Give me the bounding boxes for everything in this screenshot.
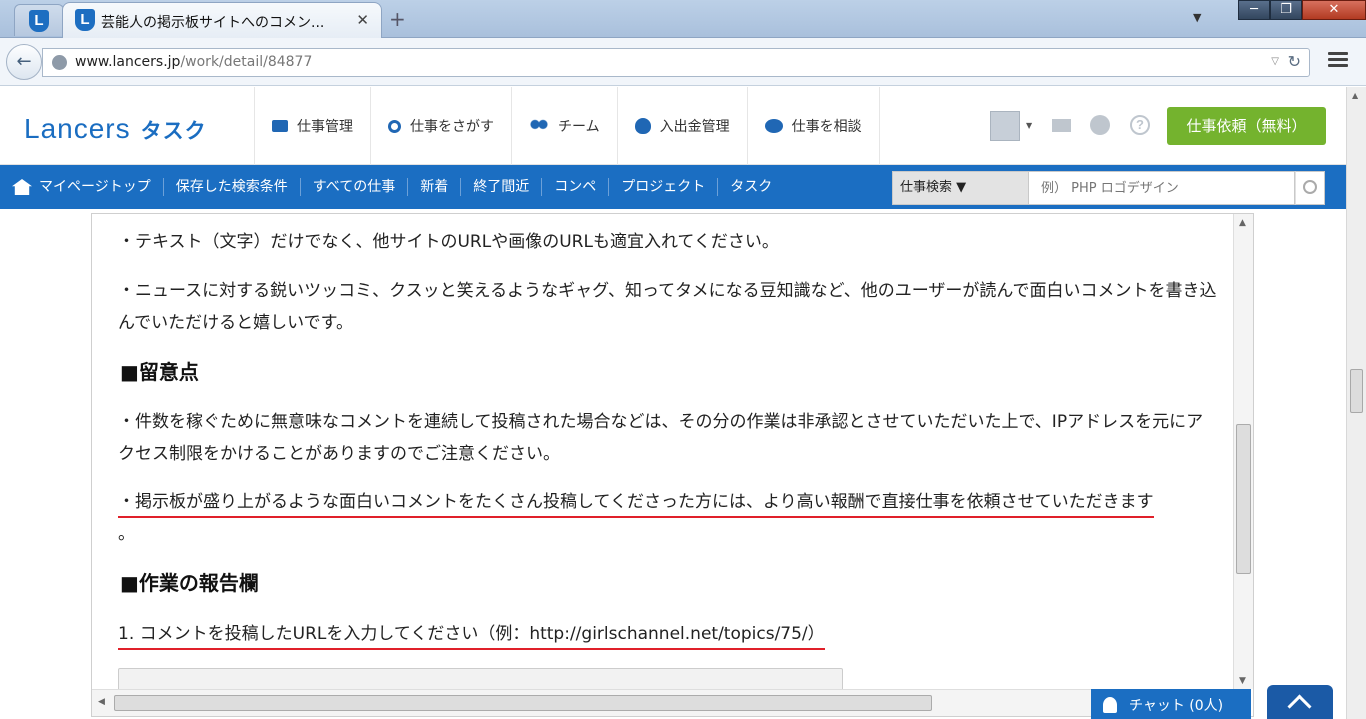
paragraph-highlight: ・掲示板が盛り上がるような面白いコメントをたくさん投稿してくださった方には、より… — [118, 486, 1218, 550]
home-icon[interactable] — [12, 179, 32, 195]
nav-work-management[interactable]: 仕事管理 — [254, 87, 370, 165]
nav-consult[interactable]: 仕事を相談 — [746, 87, 880, 165]
team-icon — [529, 118, 549, 134]
heading-notes: ■留意点 — [120, 360, 199, 384]
folder-icon — [272, 120, 288, 132]
request-work-button[interactable]: 仕事依頼（無料） — [1167, 107, 1326, 145]
subnav-mypage-top[interactable]: マイページトップ — [39, 178, 163, 196]
subnav-project[interactable]: プロジェクト — [608, 178, 717, 196]
person-icon — [1103, 697, 1117, 713]
chat-label: チャット (0人) — [1129, 698, 1224, 714]
paragraph-warning: ・件数を稼ぐために無意味なコメントを連続して投稿された場合などは、その分の作業は… — [118, 412, 1204, 464]
content-vertical-scrollbar[interactable]: ▲ ▼ — [1233, 214, 1253, 689]
heading-report: ■作業の報告欄 — [120, 571, 259, 595]
avatar[interactable] — [990, 111, 1020, 141]
sub-navigation: マイページトップ 保存した検索条件 すべての仕事 新着 終了間近 コンペ プロジ… — [0, 165, 1346, 209]
site-header: Lancers タスク 仕事管理 仕事をさがす チーム 入出金管理 仕事を相談 ▼… — [0, 87, 1346, 165]
pinned-tab[interactable]: L — [14, 4, 64, 36]
new-tab-icon[interactable]: + — [389, 7, 406, 31]
page-scrollbar-thumb[interactable] — [1350, 369, 1363, 413]
lancers-favicon-icon: L — [29, 10, 49, 32]
search-input[interactable] — [1029, 171, 1295, 205]
browser-tab-strip: L L 芸能人の掲示板サイトへのコメン... ✕ + ▼ ─ ❐ ✕ — [0, 0, 1366, 38]
scroll-up-icon[interactable]: ▲ — [1352, 91, 1358, 100]
url-dropdown-icon[interactable]: ▽ — [1271, 56, 1279, 67]
globe-language-icon[interactable] — [1090, 115, 1110, 135]
mail-icon[interactable] — [1052, 119, 1071, 132]
maximize-icon[interactable]: ❐ — [1270, 0, 1302, 20]
search-icon — [388, 119, 401, 133]
nav-find-work[interactable]: 仕事をさがす — [370, 87, 511, 165]
nav-team[interactable]: チーム — [511, 87, 617, 165]
window-controls: ─ ❐ ✕ — [1238, 0, 1366, 20]
subnav-new[interactable]: 新着 — [407, 178, 460, 196]
help-icon[interactable]: ? — [1130, 115, 1150, 135]
active-tab[interactable]: L 芸能人の掲示板サイトへのコメン... ✕ — [62, 2, 382, 38]
subnav-all-jobs[interactable]: すべての仕事 — [299, 178, 407, 196]
lancers-favicon-icon: L — [75, 9, 95, 31]
lancers-logo[interactable]: Lancers タスク — [24, 113, 207, 145]
hamburger-menu-icon[interactable] — [1328, 52, 1348, 68]
tab-list-chevron-down-icon[interactable]: ▼ — [1193, 11, 1201, 24]
subnav-links: マイページトップ 保存した検索条件 すべての仕事 新着 終了間近 コンペ プロジ… — [0, 165, 784, 209]
chevron-down-icon[interactable]: ▼ — [1026, 121, 1032, 130]
back-arrow-icon[interactable]: ← — [6, 44, 42, 80]
url-text[interactable]: www.lancers.jp/work/detail/84877 — [75, 54, 312, 70]
money-bag-icon — [634, 118, 651, 134]
content-vertical-thumb[interactable] — [1236, 424, 1251, 574]
close-window-icon[interactable]: ✕ — [1302, 0, 1366, 20]
header-nav: 仕事管理 仕事をさがす チーム 入出金管理 仕事を相談 — [254, 87, 880, 165]
page-scrollbar[interactable]: ▲ — [1346, 87, 1366, 719]
nav-payments[interactable]: 入出金管理 — [616, 87, 747, 165]
tab-title: 芸能人の掲示板サイトへのコメン... — [101, 15, 325, 31]
close-tab-icon[interactable]: ✕ — [356, 11, 369, 29]
scroll-up-icon[interactable]: ▲ — [1239, 218, 1246, 228]
subnav-saved-searches[interactable]: 保存した検索条件 — [162, 178, 300, 196]
subnav-task[interactable]: タスク — [717, 178, 784, 196]
back-to-top-button[interactable] — [1267, 685, 1333, 719]
report-question-1: 1. コメントを投稿したURLを入力してください（例：http://girlsc… — [118, 618, 1218, 650]
job-description-frame: ・テキスト（文字）だけでなく、他サイトのURLや画像のURLも適宜入れてください… — [91, 213, 1254, 717]
content-horizontal-scrollbar[interactable]: ◀ — [92, 689, 1233, 716]
scroll-down-icon[interactable]: ▼ — [1239, 676, 1246, 686]
content-horizontal-thumb[interactable] — [114, 695, 932, 711]
globe-icon — [52, 55, 67, 70]
speech-bubble-icon — [764, 119, 783, 133]
search-category-select[interactable]: 仕事検索 ▼ — [892, 171, 1029, 205]
reload-icon[interactable]: ↻ — [1288, 52, 1301, 71]
address-bar[interactable]: www.lancers.jp/work/detail/84877 ▽ ↻ — [42, 48, 1310, 77]
paragraph-text-url: ・テキスト（文字）だけでなく、他サイトのURLや画像のURLも適宜入れてください… — [118, 232, 779, 252]
paragraph-interesting-comments: ・ニュースに対する鋭いツッコミ、クスッと笑えるようなギャグ、知ってタメになる豆知… — [118, 281, 1217, 333]
scroll-left-icon[interactable]: ◀ — [98, 697, 105, 707]
browser-navbar: ← www.lancers.jp/work/detail/84877 ▽ ↻ — [0, 38, 1366, 86]
minimize-icon[interactable]: ─ — [1238, 0, 1270, 20]
chat-widget[interactable]: チャット (0人) — [1091, 689, 1251, 719]
subnav-competition[interactable]: コンペ — [541, 178, 608, 196]
search-button-icon[interactable] — [1295, 171, 1325, 205]
subnav-ending-soon[interactable]: 終了間近 — [460, 178, 541, 196]
